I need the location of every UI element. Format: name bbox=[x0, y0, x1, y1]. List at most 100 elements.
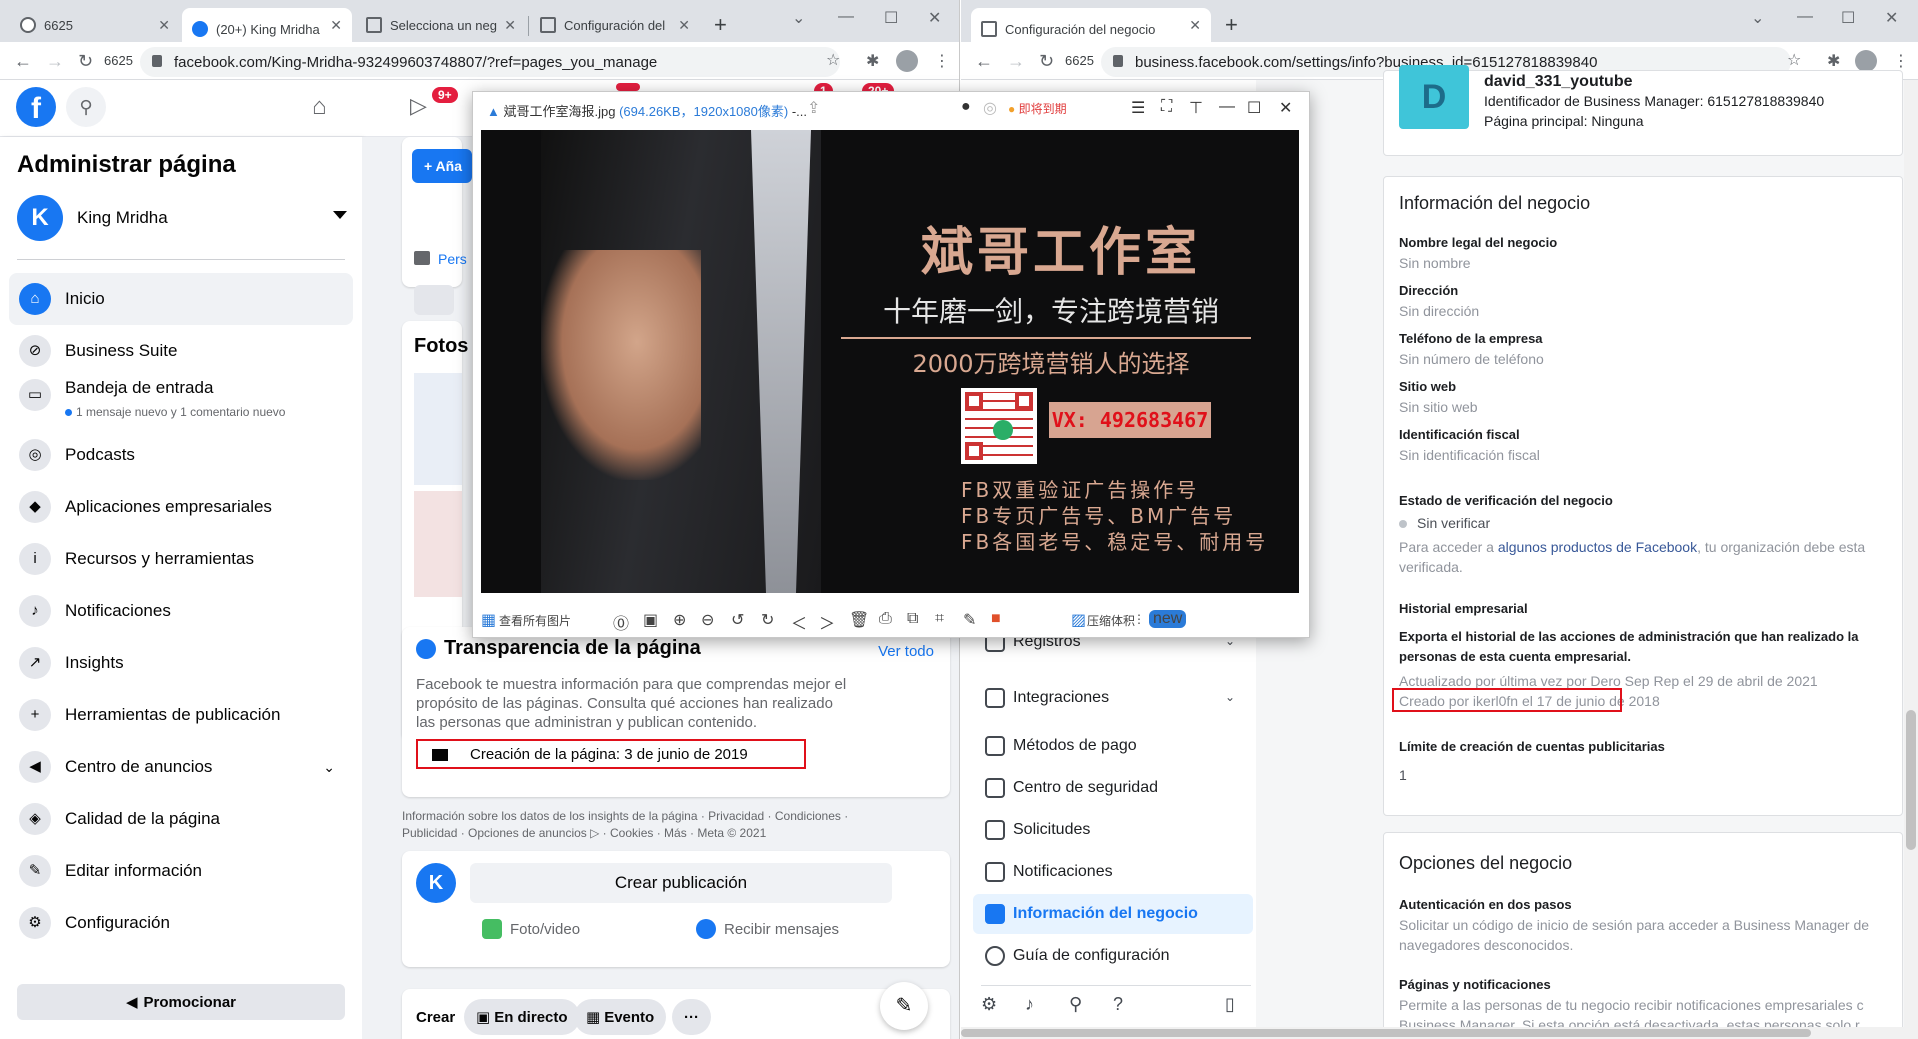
crop-icon[interactable]: ⌗ bbox=[935, 610, 944, 628]
close-tab-icon[interactable]: ✕ bbox=[158, 17, 170, 34]
facebook-products-link[interactable]: algunos productos de Facebook bbox=[1498, 539, 1697, 555]
compress-button[interactable]: 压缩体积 bbox=[1087, 612, 1135, 629]
close-icon[interactable]: ✕ bbox=[1279, 98, 1292, 118]
sidebar-item-publishing-tools[interactable]: + Herramientas de publicación bbox=[9, 689, 353, 741]
receive-messages-button[interactable]: Recibir mensajes bbox=[696, 919, 839, 939]
sidebar-item-settings[interactable]: ⚙ Configuración bbox=[9, 897, 353, 949]
close-tab-icon[interactable]: ✕ bbox=[678, 17, 690, 34]
profile-icon[interactable] bbox=[1855, 50, 1877, 72]
new-tab-icon[interactable]: + bbox=[1225, 12, 1238, 38]
search-icon[interactable]: ⚲ bbox=[66, 87, 106, 127]
zoom-out-icon[interactable]: ⊖ bbox=[701, 610, 714, 630]
sidebar-item-notifications[interactable]: ♪ Notificaciones bbox=[9, 585, 353, 637]
tab-search-icon[interactable]: ⌄ bbox=[792, 8, 805, 28]
nav-item-informacion-negocio[interactable]: Información del negocio bbox=[973, 894, 1253, 934]
vertical-scrollbar[interactable] bbox=[1904, 80, 1918, 1039]
new-tab-icon[interactable]: + bbox=[714, 12, 727, 38]
copy-icon[interactable]: ⧉ bbox=[907, 610, 918, 628]
bookmark-star-icon[interactable]: ☆ bbox=[1787, 50, 1801, 70]
forward-icon[interactable]: → bbox=[1007, 51, 1025, 72]
see-all-link[interactable]: Ver todo bbox=[878, 643, 934, 660]
photo-thumbnail[interactable] bbox=[414, 373, 462, 485]
home-icon[interactable]: ⌂ bbox=[312, 93, 327, 121]
close-tab-icon[interactable]: ✕ bbox=[504, 17, 516, 34]
compress-icon[interactable]: ▨ bbox=[1071, 610, 1086, 630]
rotate-right-icon[interactable]: ↻ bbox=[761, 610, 774, 630]
print-icon[interactable]: ⎙ bbox=[879, 610, 892, 628]
maximize-icon[interactable]: ☐ bbox=[884, 8, 898, 28]
minimize-icon[interactable]: — bbox=[1219, 98, 1235, 116]
close-tab-icon[interactable]: ✕ bbox=[330, 17, 342, 34]
facebook-logo-icon[interactable]: f bbox=[16, 87, 56, 127]
sidebar-item-insights[interactable]: ↗ Insights bbox=[9, 637, 353, 689]
next-icon[interactable]: ＞ bbox=[819, 610, 835, 634]
tab-configuracion[interactable]: Configuración del ✕ bbox=[530, 8, 700, 42]
tab-search-icon[interactable]: ⌄ bbox=[1751, 8, 1764, 28]
pin-icon[interactable]: ⊤ bbox=[1189, 98, 1203, 118]
sidebar-item-page-quality[interactable]: ◈ Calidad de la página bbox=[9, 793, 353, 845]
grid-icon[interactable]: ▦ bbox=[481, 610, 496, 630]
reload-icon[interactable]: ↻ bbox=[78, 51, 93, 72]
rotate-left-icon[interactable]: ↺ bbox=[731, 610, 744, 630]
bookmark-star-icon[interactable]: ☆ bbox=[826, 50, 840, 70]
upload-icon[interactable]: ⇪ bbox=[807, 98, 820, 118]
create-post-button[interactable]: Crear publicación bbox=[470, 863, 892, 903]
gear-icon[interactable]: ⚙ bbox=[981, 994, 997, 1015]
pers-link[interactable]: Pers bbox=[438, 251, 467, 267]
nav-item-notificaciones[interactable]: Notificaciones bbox=[973, 852, 1253, 892]
sidebar-item-inbox[interactable]: ▭ Bandeja de entrada 1 mensaje nuevo y 1… bbox=[9, 369, 353, 421]
bell-icon[interactable]: ♪ bbox=[1025, 994, 1034, 1015]
horizontal-scrollbar[interactable] bbox=[961, 1027, 1918, 1039]
nav-item-centro-seguridad[interactable]: Centro de seguridad bbox=[973, 768, 1253, 808]
back-icon[interactable]: ← bbox=[14, 51, 32, 72]
avatar-icon[interactable]: ● bbox=[961, 98, 971, 116]
extensions-icon[interactable]: ✱ bbox=[866, 51, 879, 71]
minimize-icon[interactable]: — bbox=[838, 8, 854, 26]
fit-icon[interactable]: ▣ bbox=[643, 610, 658, 630]
help-icon[interactable]: ? bbox=[1113, 994, 1123, 1015]
watch-icon[interactable]: ▷ bbox=[410, 93, 427, 119]
close-tab-icon[interactable]: ✕ bbox=[1189, 17, 1201, 34]
footer-links[interactable]: Información sobre los datos de los insig… bbox=[402, 808, 922, 842]
panel-toggle-icon[interactable]: ▯ bbox=[1225, 994, 1235, 1015]
maximize-icon[interactable]: ☐ bbox=[1841, 8, 1855, 28]
minimize-icon[interactable]: — bbox=[1797, 8, 1813, 26]
nav-item-metodos-pago[interactable]: Métodos de pago bbox=[973, 726, 1253, 766]
apps-icon[interactable]: ■ bbox=[991, 610, 1001, 628]
more-button[interactable]: ··· bbox=[672, 999, 711, 1035]
menu-icon[interactable]: ☰ bbox=[1131, 98, 1145, 118]
sidebar-item-inicio[interactable]: ⌂ Inicio bbox=[9, 273, 353, 325]
close-window-icon[interactable]: ✕ bbox=[928, 8, 941, 28]
event-button[interactable]: ▦ Evento bbox=[574, 999, 667, 1035]
page-switcher[interactable]: K King Mridha bbox=[17, 193, 347, 243]
sidebar-item-resources[interactable]: i Recursos y herramientas bbox=[9, 533, 353, 585]
vip-icon[interactable]: ◎ bbox=[983, 98, 997, 118]
photo-video-button[interactable]: Foto/video bbox=[482, 919, 580, 939]
maximize-icon[interactable]: ☐ bbox=[1247, 98, 1261, 118]
chevron-down-icon[interactable]: ⌄ bbox=[323, 759, 335, 776]
back-icon[interactable]: ← bbox=[975, 51, 993, 72]
delete-icon[interactable]: 🗑 bbox=[849, 610, 869, 630]
sidebar-item-ad-center[interactable]: ◀ Centro de anuncios ⌄ bbox=[9, 741, 353, 793]
caret-down-icon[interactable] bbox=[333, 211, 347, 219]
chevron-down-icon[interactable]: ⌄ bbox=[1225, 690, 1235, 704]
promote-button[interactable]: ◀ Promocionar bbox=[17, 984, 345, 1020]
live-button[interactable]: ▣ En directo bbox=[464, 999, 580, 1035]
profile-icon[interactable] bbox=[896, 50, 918, 72]
add-button[interactable]: + Aña bbox=[412, 149, 472, 183]
nav-item-solicitudes[interactable]: Solicitudes bbox=[973, 810, 1253, 850]
nav-item-integraciones[interactable]: Integraciones ⌄ bbox=[973, 678, 1253, 718]
extensions-icon[interactable]: ✱ bbox=[1827, 51, 1840, 71]
sidebar-item-apps[interactable]: ◆ Aplicaciones empresariales bbox=[9, 481, 353, 533]
tab-selecciona[interactable]: Selecciona un neg ✕ bbox=[356, 8, 526, 42]
previous-icon[interactable]: ＜ bbox=[791, 610, 807, 634]
nav-item-guia-configuracion[interactable]: Guía de configuración bbox=[973, 936, 1253, 976]
menu-icon[interactable]: ⋮ bbox=[1893, 51, 1909, 71]
menu-icon[interactable]: ⋮ bbox=[934, 51, 950, 71]
zoom-in-icon[interactable]: ⊕ bbox=[673, 610, 686, 630]
header-button[interactable] bbox=[414, 285, 454, 315]
edit-icon[interactable]: ✎ bbox=[963, 610, 976, 630]
sidebar-item-podcasts[interactable]: ◎ Podcasts bbox=[9, 429, 353, 481]
forward-icon[interactable]: → bbox=[46, 51, 64, 72]
url-field[interactable]: facebook.com/King-Mridha-932499603748807… bbox=[140, 47, 840, 77]
